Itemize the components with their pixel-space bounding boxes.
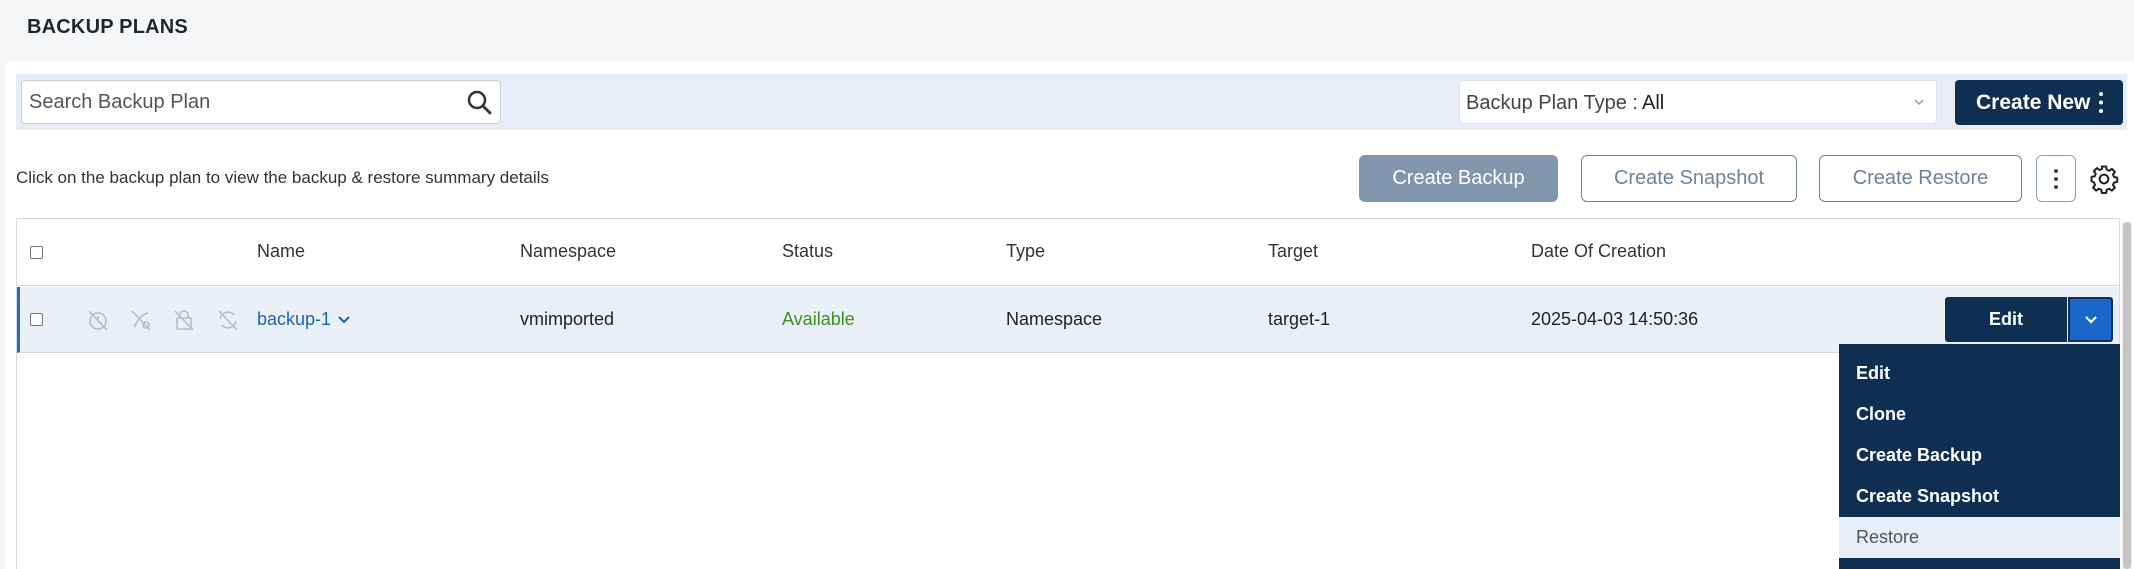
menu-item-create-backup[interactable]: Create Backup bbox=[1839, 435, 2120, 476]
retention-disabled-icon bbox=[131, 310, 151, 331]
create-new-button[interactable]: Create New bbox=[1955, 80, 2123, 125]
search-box[interactable] bbox=[21, 80, 501, 124]
edit-dropdown-toggle[interactable] bbox=[2068, 297, 2113, 342]
status-badge: Available bbox=[782, 309, 855, 329]
menu-item-create-snapshot[interactable]: Create Snapshot bbox=[1839, 476, 2120, 517]
edit-button[interactable]: Edit bbox=[1945, 297, 2067, 342]
backup-plan-name: backup-1 bbox=[257, 309, 332, 329]
table-row[interactable]: backup-1 vmimported Available Namespace … bbox=[17, 287, 2119, 353]
row-checkbox[interactable] bbox=[30, 313, 43, 326]
menu-item-restore[interactable]: Restore bbox=[1839, 517, 2120, 558]
table-header: Name Namespace Status Type Target Date O… bbox=[17, 219, 2119, 286]
row-actions-menu: Edit Clone Create Backup Create Snapshot… bbox=[1839, 344, 2120, 569]
create-backup-button[interactable]: Create Backup bbox=[1359, 155, 1558, 202]
kebab-icon bbox=[2054, 168, 2058, 189]
chevron-down-icon bbox=[1914, 99, 1924, 106]
column-header-date-of-creation[interactable]: Date Of Creation bbox=[1531, 241, 1666, 262]
backup-plan-type-select[interactable]: Backup Plan Type : All bbox=[1459, 80, 1937, 124]
menu-item-edit[interactable]: Edit bbox=[1839, 353, 2120, 394]
settings-gear-icon[interactable] bbox=[2089, 164, 2119, 194]
cell-type: Namespace bbox=[1006, 309, 1103, 329]
cell-target: target-1 bbox=[1268, 309, 1331, 329]
cell-date-of-creation: 2025-04-03 14:50:36 bbox=[1531, 309, 1699, 329]
cell-namespace: vmimported bbox=[520, 309, 615, 329]
search-icon[interactable] bbox=[466, 89, 492, 115]
table-scrollbar[interactable] bbox=[2122, 222, 2132, 569]
lock-disabled-icon bbox=[174, 310, 194, 331]
page-title: BACKUP PLANS bbox=[27, 16, 188, 38]
sync-disabled-icon bbox=[218, 310, 238, 331]
schedule-disabled-icon bbox=[88, 310, 108, 331]
kebab-icon bbox=[2099, 92, 2103, 113]
column-header-type[interactable]: Type bbox=[1006, 241, 1045, 262]
chevron-down-icon[interactable] bbox=[337, 313, 351, 327]
create-new-label: Create New bbox=[1976, 90, 2091, 114]
search-input[interactable] bbox=[29, 81, 449, 123]
column-header-namespace[interactable]: Namespace bbox=[520, 241, 616, 262]
create-snapshot-button[interactable]: Create Snapshot bbox=[1581, 155, 1797, 202]
column-header-status[interactable]: Status bbox=[782, 241, 833, 262]
chevron-down-icon bbox=[2084, 315, 2097, 324]
hint-text: Click on the backup plan to view the bac… bbox=[16, 168, 549, 187]
select-all-checkbox[interactable] bbox=[30, 246, 43, 259]
backup-plan-type-label: Backup Plan Type : bbox=[1466, 92, 1638, 114]
column-header-name[interactable]: Name bbox=[257, 241, 305, 262]
menu-item-clone[interactable]: Clone bbox=[1839, 394, 2120, 435]
column-header-target[interactable]: Target bbox=[1268, 241, 1318, 262]
backup-plans-table: Name Namespace Status Type Target Date O… bbox=[16, 218, 2120, 569]
scrollbar-thumb[interactable] bbox=[2123, 222, 2131, 569]
create-restore-button[interactable]: Create Restore bbox=[1819, 155, 2022, 202]
more-actions-button[interactable] bbox=[2036, 155, 2076, 202]
backup-plan-name-link[interactable]: backup-1 bbox=[257, 309, 351, 330]
backup-plan-type-value: All bbox=[1642, 92, 1665, 114]
